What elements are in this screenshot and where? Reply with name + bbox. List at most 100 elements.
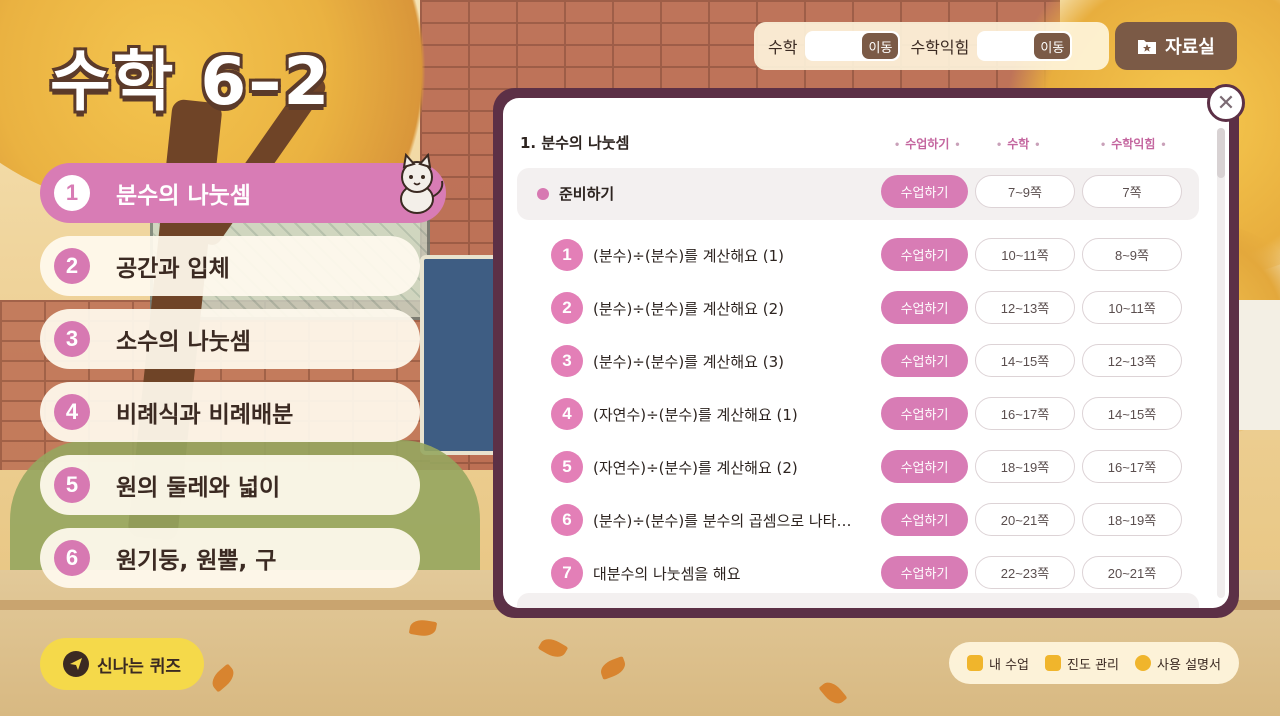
lesson-math-pages-button[interactable]: 22~23쪽 — [975, 556, 1075, 589]
chapter-label: 소수의 나눗셈 — [116, 329, 251, 355]
lesson-panel: 1. 분수의 나눗셈 수업하기 수학 수학익힘 준비하기 수업하기 7~9쪽 7… — [493, 88, 1239, 618]
lesson-math-pages-button[interactable]: 16~17쪽 — [975, 397, 1075, 430]
lesson-workbook-pages-button[interactable]: 16~17쪽 — [1082, 450, 1182, 483]
lesson-row-3: 3 (분수)÷(분수)를 계산해요 (3) 수업하기 14~15쪽 12~13쪽 — [551, 340, 1199, 382]
app-title: 수학 6–2 — [50, 43, 332, 120]
chapter-label: 분수의 나눗셈 — [116, 183, 251, 209]
lesson-class-button[interactable]: 수업하기 — [881, 397, 968, 430]
lesson-number: 1 — [551, 239, 583, 271]
paper-plane-icon — [62, 651, 89, 677]
lesson-title: (분수)÷(분수)를 계산해요 (2) — [593, 300, 784, 318]
lesson-title: 대분수의 나눗셈을 해요 — [593, 565, 741, 583]
prep-workbook-pages-button[interactable]: 7쪽 — [1082, 175, 1182, 208]
column-header-class: 수업하기 — [889, 135, 966, 152]
lesson-workbook-pages-button[interactable]: 20~21쪽 — [1082, 556, 1182, 589]
lesson-workbook-pages-button[interactable]: 18~19쪽 — [1082, 503, 1182, 536]
math-go-button[interactable]: 이동 — [862, 33, 899, 59]
math-page-label: 수학 — [768, 40, 798, 57]
workbook-go-button[interactable]: 이동 — [1034, 33, 1071, 59]
lesson-workbook-pages-button[interactable]: 12~13쪽 — [1082, 344, 1182, 377]
chapter-item-4[interactable]: 4 비례식과 비례배분 — [40, 382, 420, 442]
lesson-title: (자연수)÷(분수)를 계산해요 (1) — [593, 406, 798, 424]
column-header-workbook: 수학익힘 — [1095, 135, 1172, 152]
lesson-number: 2 — [551, 292, 583, 324]
lesson-panel-content[interactable]: 1. 분수의 나눗셈 수업하기 수학 수학익힘 준비하기 수업하기 7~9쪽 7… — [503, 98, 1229, 608]
chapter-label: 원의 둘레와 넓이 — [116, 475, 281, 501]
lesson-row-7: 7 대분수의 나눗셈을 해요 수업하기 22~23쪽 20~21쪽 — [551, 552, 1199, 594]
star-folder-icon — [1138, 40, 1157, 54]
prep-math-pages-button[interactable]: 7~9쪽 — [975, 175, 1075, 208]
lesson-class-button[interactable]: 수업하기 — [881, 450, 968, 483]
next-section-row-partial — [517, 593, 1199, 608]
lesson-title: (분수)÷(분수)를 계산해요 (1) — [593, 247, 784, 265]
chapter-item-1[interactable]: 1 분수의 나눗셈 — [40, 153, 446, 223]
panel-heading: 1. 분수의 나눗셈 — [520, 134, 630, 152]
lesson-number: 6 — [551, 504, 583, 536]
lesson-class-button[interactable]: 수업하기 — [881, 556, 968, 589]
lesson-number: 5 — [551, 451, 583, 483]
lesson-math-pages-button[interactable]: 10~11쪽 — [975, 238, 1075, 271]
chapter-label: 비례식과 비례배분 — [116, 402, 294, 428]
close-icon[interactable]: ✕ — [1207, 84, 1245, 122]
my-class-button[interactable]: 내 수업 — [967, 654, 1029, 673]
prep-row: 준비하기 수업하기 7~9쪽 7쪽 — [517, 168, 1199, 220]
prep-label: 준비하기 — [559, 185, 615, 203]
lesson-workbook-pages-button[interactable]: 14~15쪽 — [1082, 397, 1182, 430]
chapter-number: 3 — [54, 321, 90, 357]
lesson-math-pages-button[interactable]: 14~15쪽 — [975, 344, 1075, 377]
lesson-row-2: 2 (분수)÷(분수)를 계산해요 (2) 수업하기 12~13쪽 10~11쪽 — [551, 287, 1199, 329]
progress-button[interactable]: 진도 관리 — [1045, 654, 1119, 673]
lesson-math-pages-button[interactable]: 12~13쪽 — [975, 291, 1075, 324]
math-page-input[interactable]: 이동 — [805, 31, 901, 61]
panel-scrollbar-track[interactable] — [1217, 128, 1225, 598]
lesson-math-pages-button[interactable]: 18~19쪽 — [975, 450, 1075, 483]
lesson-title: (분수)÷(분수)를 분수의 곱셈으로 나타… — [593, 512, 852, 530]
quiz-button[interactable]: 신나는 퀴즈 — [40, 638, 204, 690]
prep-class-button[interactable]: 수업하기 — [881, 175, 968, 208]
chapter-item-6[interactable]: 6 원기둥, 원뿔, 구 — [40, 528, 420, 588]
panel-scrollbar-thumb[interactable] — [1217, 128, 1225, 178]
workbook-page-input[interactable]: 이동 — [977, 31, 1073, 61]
lesson-row-1: 1 (분수)÷(분수)를 계산해요 (1) 수업하기 10~11쪽 8~9쪽 — [551, 234, 1199, 276]
chapter-item-5[interactable]: 5 원의 둘레와 넓이 — [40, 455, 420, 515]
workbook-page-label: 수학익힘 — [910, 40, 970, 57]
library-button[interactable]: 자료실 — [1115, 22, 1237, 70]
lesson-row-4: 4 (자연수)÷(분수)를 계산해요 (1) 수업하기 16~17쪽 14~15… — [551, 393, 1199, 435]
lesson-row-5: 5 (자연수)÷(분수)를 계산해요 (2) 수업하기 18~19쪽 16~17… — [551, 446, 1199, 488]
chapter-number: 4 — [54, 394, 90, 430]
page-jump-bar: 수학 이동 수학익힘 이동 — [754, 22, 1109, 70]
lesson-class-button[interactable]: 수업하기 — [881, 344, 968, 377]
manual-label: 사용 설명서 — [1157, 657, 1221, 673]
bottom-nav: 내 수업 진도 관리 사용 설명서 — [949, 642, 1239, 684]
lesson-class-button[interactable]: 수업하기 — [881, 291, 968, 324]
chapter-item-2[interactable]: 2 공간과 입체 — [40, 236, 420, 296]
chapter-number: 1 — [54, 175, 90, 211]
lesson-workbook-pages-button[interactable]: 8~9쪽 — [1082, 238, 1182, 271]
chart-icon — [1045, 655, 1062, 671]
chapter-number: 5 — [54, 467, 90, 503]
lesson-class-button[interactable]: 수업하기 — [881, 503, 968, 536]
column-header-math: 수학 — [991, 135, 1046, 152]
prep-dot-icon — [537, 188, 549, 200]
library-label: 자료실 — [1165, 37, 1215, 58]
lesson-math-pages-button[interactable]: 20~21쪽 — [975, 503, 1075, 536]
info-icon — [1135, 655, 1152, 671]
lesson-title: (자연수)÷(분수)를 계산해요 (2) — [593, 459, 798, 477]
lesson-workbook-pages-button[interactable]: 10~11쪽 — [1082, 291, 1182, 324]
chapter-list: 1 분수의 나눗셈 2 공간과 입체 3 소수의 나눗셈 4 비례식과 비례배분… — [40, 153, 450, 601]
manual-button[interactable]: 사용 설명서 — [1135, 654, 1221, 673]
lesson-number: 4 — [551, 398, 583, 430]
user-icon — [967, 655, 983, 671]
lesson-number: 7 — [551, 557, 583, 589]
my-class-label: 내 수업 — [989, 657, 1030, 673]
lesson-title: (분수)÷(분수)를 계산해요 (3) — [593, 353, 784, 371]
chapter-number: 6 — [54, 540, 90, 576]
quiz-label: 신나는 퀴즈 — [96, 656, 182, 677]
chapter-label: 공간과 입체 — [116, 256, 230, 282]
lesson-class-button[interactable]: 수업하기 — [881, 238, 968, 271]
cat-mascot-icon — [400, 153, 444, 214]
chapter-number: 2 — [54, 248, 90, 284]
chapter-item-3[interactable]: 3 소수의 나눗셈 — [40, 309, 420, 369]
progress-label: 진도 관리 — [1067, 657, 1120, 673]
lesson-number: 3 — [551, 345, 583, 377]
